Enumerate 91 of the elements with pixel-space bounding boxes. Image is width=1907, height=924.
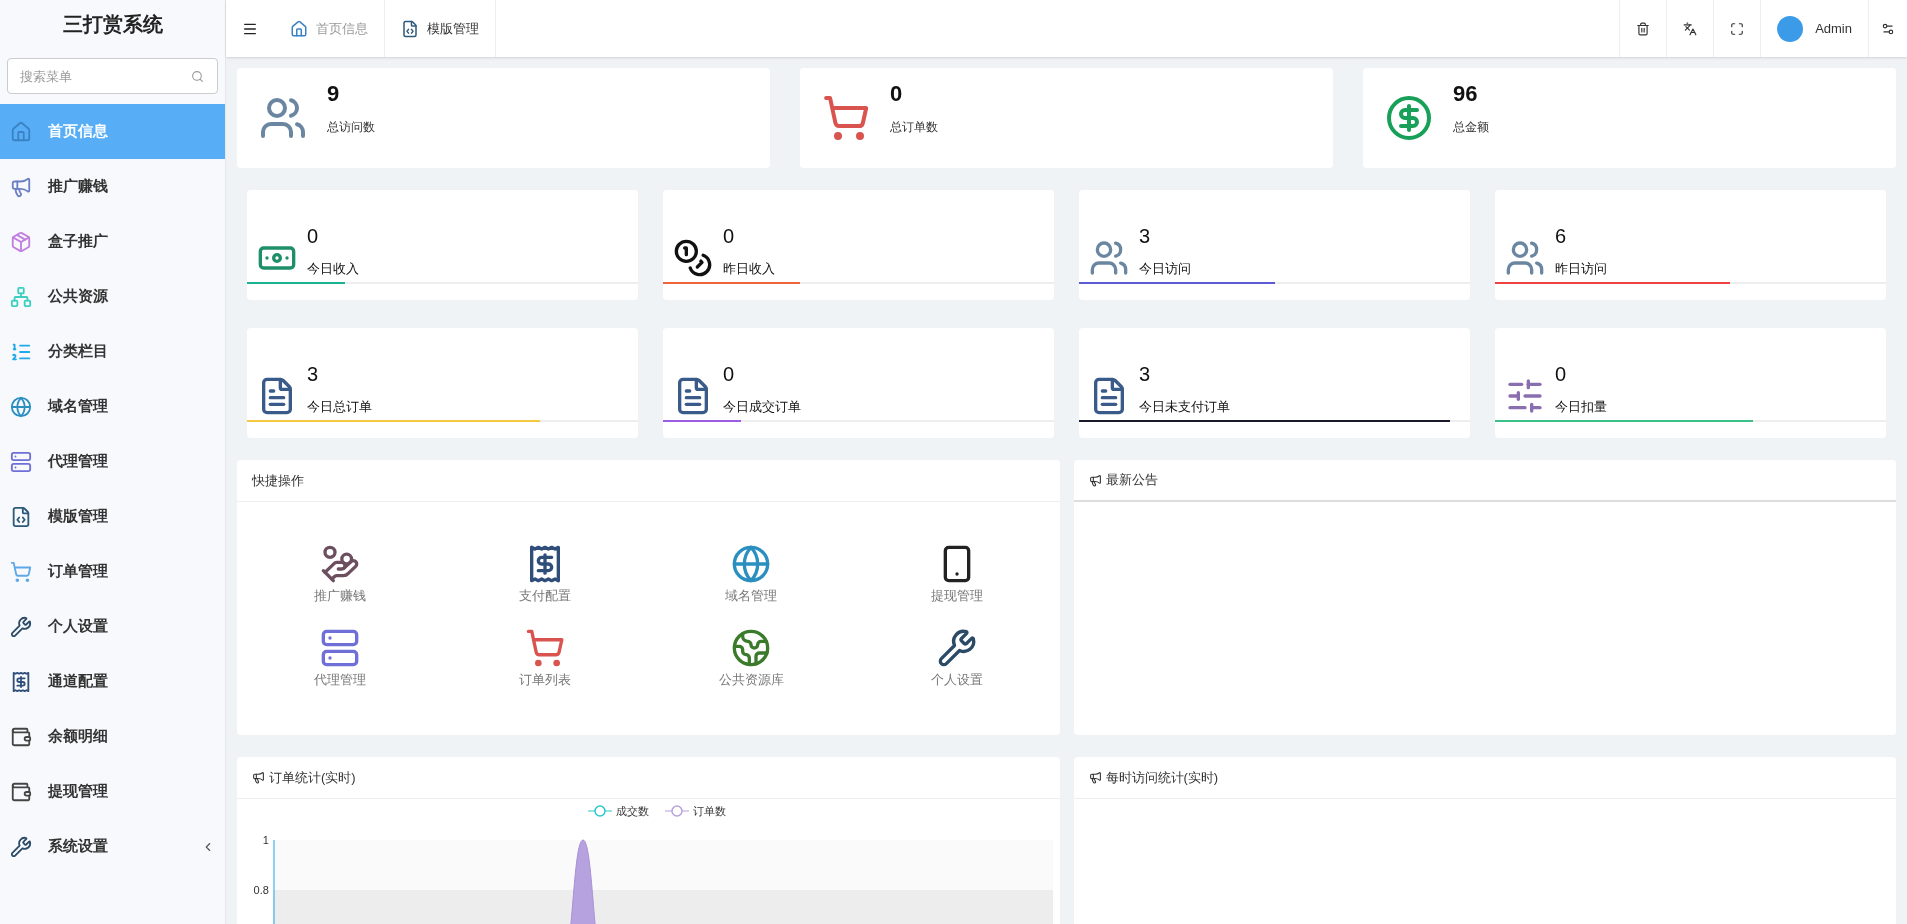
stat-value: 3: [1139, 361, 1152, 387]
trash-icon: [1636, 21, 1651, 36]
stat-label: 今日收入: [307, 259, 359, 278]
panel-title: 快捷操作: [252, 471, 304, 490]
sliders-icon: [1505, 376, 1545, 416]
summary-value: 9: [327, 79, 341, 108]
sidebar-item[interactable]: 提现管理: [0, 764, 225, 819]
quick-action[interactable]: 域名管理: [648, 544, 854, 606]
globe-icon: [731, 627, 772, 668]
wrench-icon: [10, 615, 32, 638]
globe-icon: [731, 544, 772, 584]
stat-label: 今日总订单: [307, 397, 372, 416]
legend-item[interactable]: 订单数: [665, 803, 726, 820]
sidebar-item[interactable]: 公共资源: [0, 269, 225, 324]
wallet-icon: [10, 780, 32, 803]
megaphone-icon: [252, 771, 265, 784]
sidebar-item[interactable]: 通道配置: [0, 654, 225, 709]
stat-value: 0: [307, 223, 320, 249]
stat-value: 0: [1555, 361, 1568, 387]
quick-action[interactable]: 订单列表: [442, 627, 649, 689]
axis-tick-label: 0.8: [253, 882, 269, 898]
axis-tick-label: 1: [262, 832, 269, 848]
megaphone-icon: [1088, 473, 1102, 487]
summary-label: 总订单数: [890, 118, 938, 136]
stat-value: 6: [1555, 223, 1568, 249]
stat-label: 今日成交订单: [723, 397, 801, 416]
legend-item[interactable]: 成交数: [588, 803, 649, 820]
app-title: 三打赏系统: [62, 12, 163, 37]
sidebar-item[interactable]: 个人设置: [0, 599, 225, 654]
server-icon: [319, 627, 360, 668]
cart-icon: [822, 94, 870, 142]
sidebar-item[interactable]: 分类栏目: [0, 324, 225, 379]
panel-title: 最新公告: [1105, 471, 1158, 490]
stat-value: 0: [723, 223, 736, 249]
stat-value: 3: [1139, 223, 1152, 249]
megaphone-icon: [1088, 771, 1102, 784]
stat-label: 今日访问: [1139, 259, 1191, 278]
hand-coins-icon: [319, 544, 360, 584]
coins-icon: [673, 238, 713, 278]
sidebar-item[interactable]: 域名管理: [0, 379, 225, 434]
fullscreen-icon: [1730, 21, 1745, 36]
user-menu[interactable]: Admin: [1760, 0, 1868, 57]
sidebar-item[interactable]: 订单管理: [0, 544, 225, 599]
quick-action[interactable]: 个人设置: [853, 627, 1060, 689]
sidebar-item[interactable]: 代理管理: [0, 434, 225, 489]
money-icon: [1385, 94, 1433, 142]
summary-value: 96: [1453, 79, 1479, 108]
people-icon: [1089, 238, 1129, 278]
stat-label: 昨日收入: [723, 259, 775, 278]
sidebar-item[interactable]: 余额明细: [0, 709, 225, 764]
globe-icon: [10, 395, 32, 418]
wallet-icon: [10, 725, 32, 748]
file-code-icon: [10, 505, 32, 528]
stat-label: 今日扣量: [1555, 397, 1607, 416]
panel-title: 订单统计(实时): [269, 768, 356, 787]
cart-icon: [10, 560, 32, 583]
cart-icon: [525, 627, 566, 668]
sidebar-item[interactable]: 推广赚钱: [0, 159, 225, 214]
home-icon: [290, 19, 308, 38]
summary-label: 总访问数: [327, 118, 375, 136]
avatar: [1777, 15, 1804, 42]
sidebar-item[interactable]: 模版管理: [0, 489, 225, 544]
quick-action[interactable]: 代理管理: [237, 627, 443, 689]
settings-icon: [1881, 21, 1895, 36]
wrench-icon: [10, 835, 32, 858]
stat-value: 0: [723, 361, 736, 387]
quick-action[interactable]: 公共资源库: [648, 627, 854, 689]
receipt-icon: [10, 670, 32, 693]
file-code-icon: [401, 19, 419, 38]
search-field[interactable]: 搜索菜单: [7, 58, 218, 94]
people-icon: [1505, 238, 1545, 278]
server-icon: [10, 450, 32, 473]
megaphone-icon: [10, 175, 32, 198]
stat-value: 3: [307, 361, 320, 387]
stat-label: 昨日访问: [1555, 259, 1607, 278]
sidebar-item[interactable]: 系统设置: [0, 819, 225, 874]
translate-icon: [1683, 21, 1698, 36]
sidebar-item[interactable]: 盒子推广: [0, 214, 225, 269]
summary-value: 0: [890, 79, 904, 108]
box-icon: [10, 230, 32, 253]
quick-action[interactable]: 推广赚钱: [237, 544, 443, 606]
page-tab[interactable]: 模版管理: [385, 0, 496, 57]
panel-title: 每时访问统计(实时): [1105, 768, 1219, 787]
stat-label: 今日未支付订单: [1139, 397, 1230, 416]
search-icon: [191, 70, 204, 83]
home-icon: [10, 120, 32, 143]
summary-label: 总金额: [1453, 118, 1489, 136]
network-icon: [10, 285, 32, 308]
wrench-icon: [936, 627, 977, 668]
quick-action[interactable]: 支付配置: [442, 544, 649, 606]
quick-action[interactable]: 提现管理: [853, 544, 1060, 606]
